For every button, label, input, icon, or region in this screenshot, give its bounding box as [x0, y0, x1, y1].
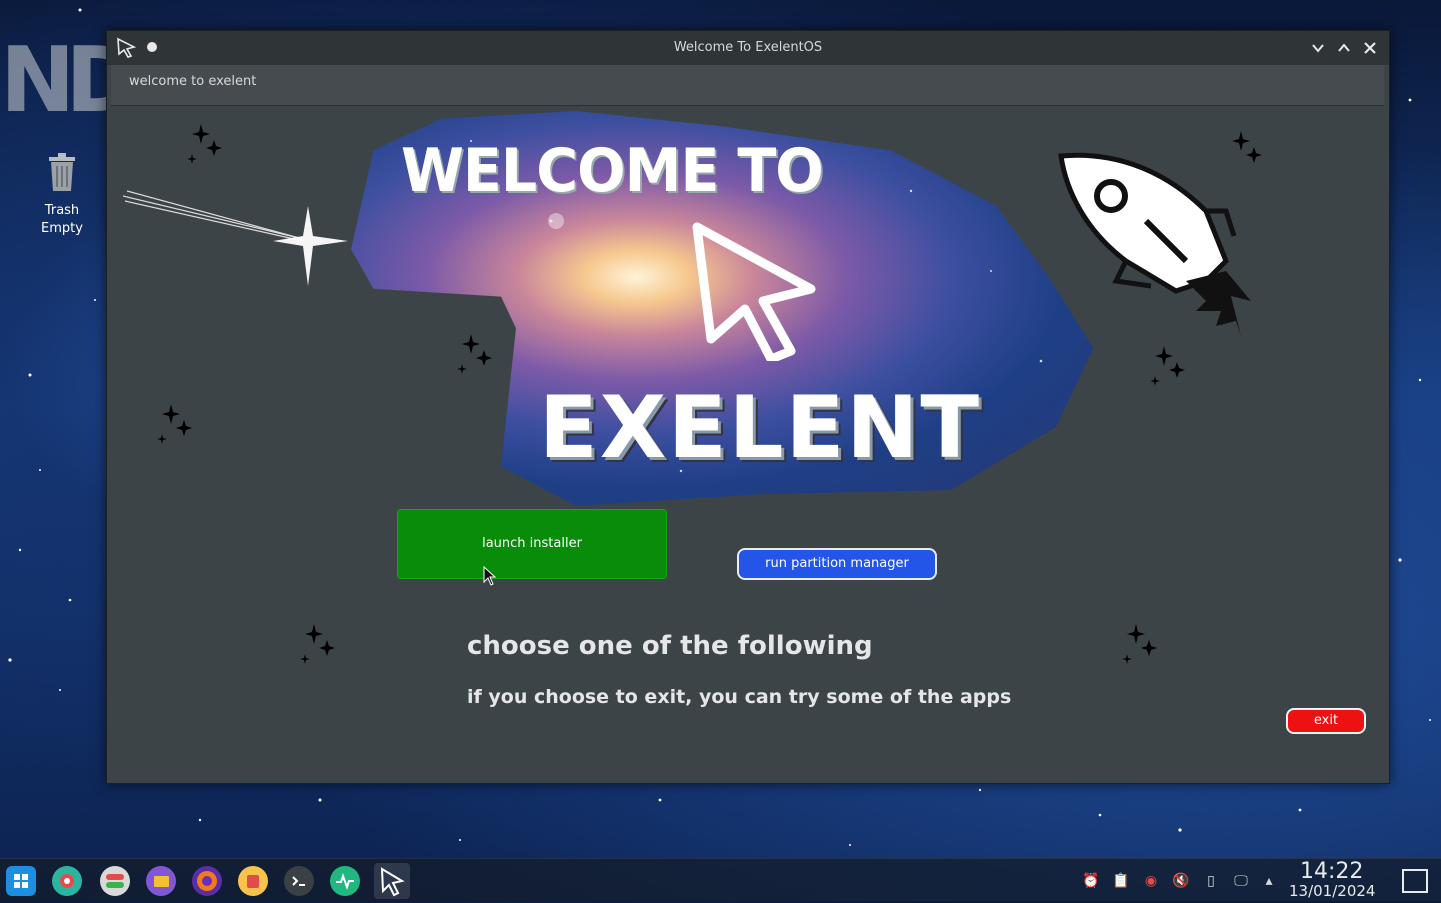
window-title: Welcome To ExelentOS — [673, 40, 823, 55]
toggle-app-icon[interactable] — [100, 866, 130, 896]
maximize-button[interactable] — [1335, 39, 1353, 57]
system-monitor-icon[interactable] — [330, 866, 360, 896]
window-menubar: welcome to exelent — [111, 65, 1384, 106]
chevron-down-icon — [1312, 44, 1324, 53]
menubar-label: welcome to exelent — [129, 74, 257, 89]
clock-time[interactable]: 14:22 — [1300, 859, 1363, 884]
welcome-cursor-icon[interactable] — [374, 863, 410, 899]
close-icon — [1364, 42, 1376, 54]
terminal-icon[interactable] — [284, 866, 314, 896]
window-content: WELCOME TO EXELENT launch installer run … — [111, 106, 1384, 776]
hero-brand-text: EXELENT — [539, 378, 981, 478]
network-icon[interactable]: 🖵 — [1232, 872, 1250, 890]
firefox-icon[interactable] — [192, 866, 222, 896]
volume-muted-icon[interactable]: 🔇 — [1172, 872, 1190, 890]
run-partition-manager-button[interactable]: run partition manager — [737, 548, 937, 580]
rocket-icon — [1058, 152, 1251, 336]
hero-cursor-icon — [692, 222, 816, 361]
trash-status: Empty — [41, 221, 83, 236]
sparkle-icon — [187, 124, 222, 164]
battery-icon[interactable]: ▯ — [1202, 872, 1220, 890]
choose-heading: choose one of the following — [467, 631, 873, 661]
record-icon[interactable]: ◉ — [1142, 872, 1160, 890]
sparkle-icon — [457, 334, 492, 374]
start-menu-icon[interactable] — [6, 866, 36, 896]
window-titlebar[interactable]: Welcome To ExelentOS — [107, 31, 1389, 65]
chevron-up-icon — [1338, 43, 1350, 52]
app-store-icon[interactable] — [238, 866, 268, 896]
trash-desktop-icon[interactable]: Trash Empty — [30, 152, 94, 238]
welcome-window: Welcome To ExelentOS welcome to exelent … — [106, 30, 1390, 784]
sparkle-icon — [300, 624, 335, 664]
show-desktop-button[interactable] — [1402, 869, 1428, 893]
expand-tray-icon[interactable]: ▴ — [1260, 872, 1278, 890]
sparkle-icon — [1150, 346, 1185, 386]
close-button[interactable] — [1361, 39, 1379, 57]
exit-hint-text: if you choose to exit, you can try some … — [467, 686, 1012, 708]
exit-button[interactable]: exit — [1286, 708, 1366, 734]
sparkle-icon — [1232, 131, 1262, 163]
launch-installer-button[interactable]: launch installer — [397, 509, 667, 579]
shooting-star-icon — [123, 190, 348, 286]
minimize-button[interactable] — [1309, 39, 1327, 57]
clock-date[interactable]: 13/01/2024 — [1289, 882, 1375, 900]
alarm-icon[interactable]: ⏰ — [1082, 872, 1100, 890]
sparkle-icon — [157, 404, 192, 444]
settings-icon[interactable] — [52, 866, 82, 896]
trash-label: Trash — [44, 203, 80, 218]
hero-welcome-text: WELCOME TO — [401, 136, 824, 206]
files-icon[interactable] — [146, 866, 176, 896]
taskbar: ⏰ 📋 ◉ 🔇 ▯ 🖵 ▴ 14:22 13/01/2024 — [0, 858, 1441, 902]
trash-icon — [49, 153, 75, 191]
sparkle-icon — [1122, 624, 1157, 664]
clipboard-icon[interactable]: 📋 — [1112, 872, 1130, 890]
mouse-pointer-icon — [483, 566, 497, 586]
